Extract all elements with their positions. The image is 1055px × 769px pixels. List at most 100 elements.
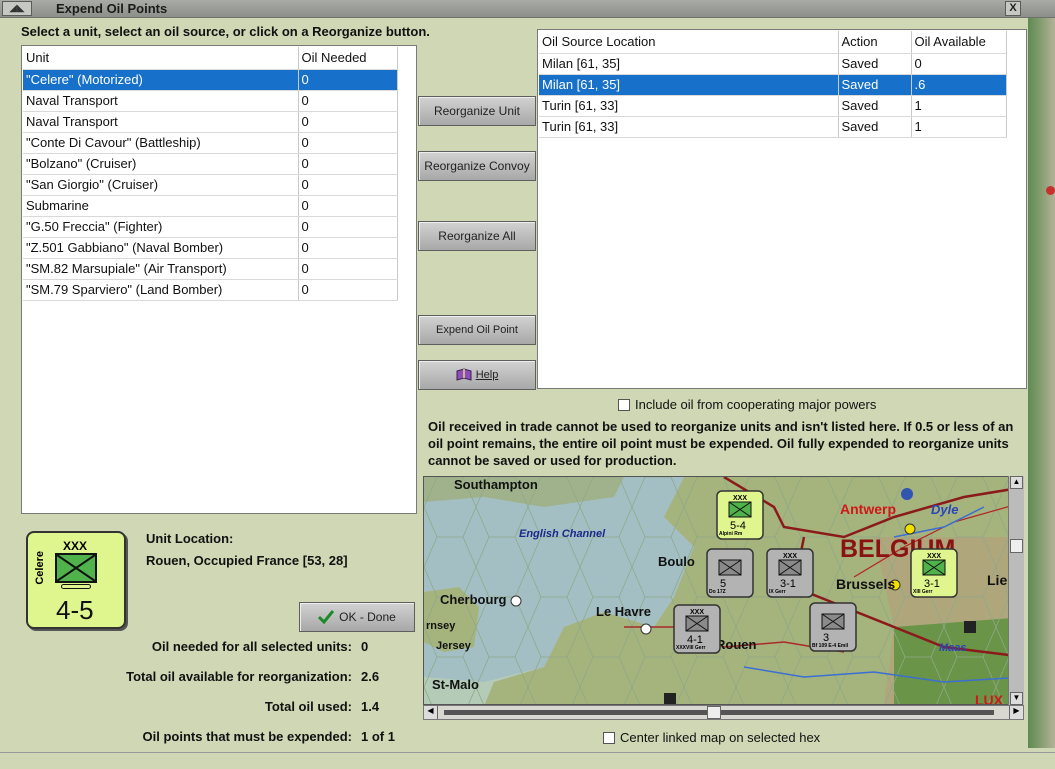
oil-needed-cell: 0 [298, 258, 398, 280]
center-linked-checkbox[interactable] [603, 731, 615, 744]
center-linked-row[interactable]: Center linked map on selected hex [603, 730, 820, 745]
include-cooperating-row[interactable]: Include oil from cooperating major power… [618, 397, 876, 412]
scroll-down-icon[interactable]: ▼ [1010, 692, 1023, 705]
ok-done-label: OK - Done [339, 610, 396, 624]
table-row[interactable]: Submarine 0 [23, 195, 398, 217]
expend-oil-point-label: Expend Oil Point [436, 324, 518, 336]
map-unit-counter[interactable]: XXXXIII Gerr3-1 [910, 548, 958, 598]
map-unit-counter[interactable]: XXXAlpini Rm5-4 [716, 490, 764, 540]
map-label: Cherbourg [440, 592, 507, 607]
oil-action-cell: Saved [838, 116, 912, 138]
window-titlebar: ◢◣ Expend Oil Points X [0, 0, 1055, 18]
units-table: Unit Oil Needed "Celere" (Motorized) 0 Nav… [23, 47, 398, 301]
map-label: Le Havre [596, 604, 651, 619]
scroll-up-icon[interactable]: ▲ [1010, 476, 1023, 489]
stat-value: 1 of 1 [361, 729, 395, 744]
table-row[interactable]: "SM.79 Sparviero" (Land Bomber) 0 [23, 279, 398, 301]
map-counter-strength: 4-1 [687, 634, 703, 646]
column-header-action[interactable]: Action [838, 31, 912, 54]
scroll-right-icon[interactable]: ▶ [1009, 706, 1023, 719]
table-row[interactable]: "G.50 Freccia" (Fighter) 0 [23, 216, 398, 238]
checkmark-icon [318, 610, 335, 624]
table-row[interactable]: "Z.501 Gabbiano" (Naval Bomber) 0 [23, 237, 398, 259]
table-row[interactable]: Milan [61, 35] Saved 0 [539, 53, 1007, 75]
table-row[interactable]: "Celere" (Motorized) 0 [23, 69, 398, 91]
include-cooperating-checkbox[interactable] [618, 398, 630, 411]
map-label: LUX [975, 692, 1004, 705]
system-menu-icon[interactable]: ◢◣ [2, 1, 32, 16]
map-unit-counter[interactable]: Do 17Z5 [706, 548, 754, 598]
stat-value: 1.4 [361, 699, 380, 714]
table-row[interactable]: "Conte Di Cavour" (Battleship) 0 [23, 132, 398, 154]
help-label: Help [475, 369, 499, 381]
column-header-oil-available[interactable]: Oil Available [911, 31, 1007, 54]
map-canvas[interactable]: Southampton English Channel Cherbourg Le Ha… [424, 477, 1024, 705]
expend-oil-point-button[interactable]: Expend Oil Point [418, 315, 536, 345]
help-button[interactable]: Help [418, 360, 536, 390]
table-row[interactable]: "San Giorgio" (Cruiser) 0 [23, 174, 398, 196]
oil-needed-cell: 0 [298, 195, 398, 217]
stat-label: Oil needed for all selected units: [151, 639, 352, 654]
table-row[interactable]: Naval Transport 0 [23, 111, 398, 133]
linked-map[interactable]: Southampton English Channel Cherbourg Le Ha… [423, 476, 1024, 705]
units-table-header: Unit Oil Needed [23, 47, 398, 70]
oil-table-header: Oil Source Location Action Oil Available [539, 31, 1007, 54]
background-map-strip [1028, 18, 1055, 748]
oil-needed-cell: 0 [298, 174, 398, 196]
reorganize-all-button[interactable]: Reorganize All [418, 221, 536, 251]
table-row[interactable]: "SM.82 Marsupiale" (Air Transport) 0 [23, 258, 398, 280]
table-row[interactable]: Turin [61, 33] Saved 1 [539, 116, 1007, 138]
vertical-scroll-thumb[interactable] [1010, 539, 1023, 553]
scroll-left-icon[interactable]: ◀ [424, 706, 438, 719]
map-counter-strength: 3 [823, 632, 829, 644]
oil-available-cell: 1 [911, 116, 1007, 138]
oil-available-cell: 1 [911, 95, 1007, 117]
ok-done-button[interactable]: OK - Done [299, 602, 415, 632]
unit-name-cell: Naval Transport [23, 90, 299, 112]
map-counter-size: XXX [733, 495, 747, 502]
map-label: Boulo [658, 554, 695, 569]
oil-needed-cell: 0 [298, 279, 398, 301]
unit-name-cell: Naval Transport [23, 111, 299, 133]
map-counter-name: Bf 109 E-4 Emil [812, 643, 849, 649]
map-counter-size: XXX [690, 609, 704, 616]
map-unit-counter[interactable]: Bf 109 E-4 Emil3 [809, 602, 857, 652]
units-list[interactable]: Unit Oil Needed "Celere" (Motorized) 0 Nav… [21, 45, 417, 514]
horizontal-scroll-thumb[interactable] [707, 706, 721, 719]
oil-source-list[interactable]: Oil Source Location Action Oil Available… [537, 29, 1027, 389]
oil-needed-cell: 0 [298, 69, 398, 91]
reorganize-convoy-button[interactable]: Reorganize Convoy [418, 151, 536, 181]
column-header-unit[interactable]: Unit [23, 47, 299, 70]
map-counter-strength: 5 [720, 578, 726, 590]
oil-action-cell: Saved [838, 95, 912, 117]
reorganize-unit-button[interactable]: Reorganize Unit [418, 96, 536, 126]
map-unit-counter[interactable]: XXXIX Gerr3-1 [766, 548, 814, 598]
map-label: Lie [987, 572, 1007, 588]
column-header-oil-needed[interactable]: Oil Needed [298, 47, 398, 70]
table-row[interactable]: Naval Transport 0 [23, 90, 398, 112]
counter-strength: 4-5 [56, 595, 94, 625]
oil-needed-cell: 0 [298, 216, 398, 238]
column-header-oil-source-location[interactable]: Oil Source Location [539, 31, 839, 54]
map-label: Rouen [716, 637, 757, 652]
center-linked-label: Center linked map on selected hex [620, 730, 821, 745]
oil-action-cell: Saved [838, 74, 912, 96]
unit-location-label: Unit Location: [146, 531, 234, 546]
unit-name-cell: Submarine [23, 195, 299, 217]
le-havre-port-icon [640, 623, 652, 635]
map-unit-counter[interactable]: XXXXXXVIII Gerr4-1 [673, 604, 721, 654]
help-button-content: Help [456, 361, 499, 389]
oil-source-table: Oil Source Location Action Oil Available… [539, 31, 1007, 138]
fortress-icon [964, 621, 976, 633]
oil-available-cell: 0 [911, 53, 1007, 75]
close-button[interactable]: X [1005, 1, 1021, 16]
map-horizontal-scrollbar[interactable]: ◀ ▶ [423, 705, 1024, 720]
table-row[interactable]: Milan [61, 35] Saved .6 [539, 74, 1007, 96]
unit-name-cell: "Bolzano" (Cruiser) [23, 153, 299, 175]
table-row[interactable]: "Bolzano" (Cruiser) 0 [23, 153, 398, 175]
map-counter-strength: 3-1 [780, 578, 796, 590]
motorized-infantry-icon [55, 553, 97, 589]
unit-name-cell: "San Giorgio" (Cruiser) [23, 174, 299, 196]
map-vertical-scrollbar[interactable]: ▲ ▼ [1008, 476, 1024, 705]
table-row[interactable]: Turin [61, 33] Saved 1 [539, 95, 1007, 117]
